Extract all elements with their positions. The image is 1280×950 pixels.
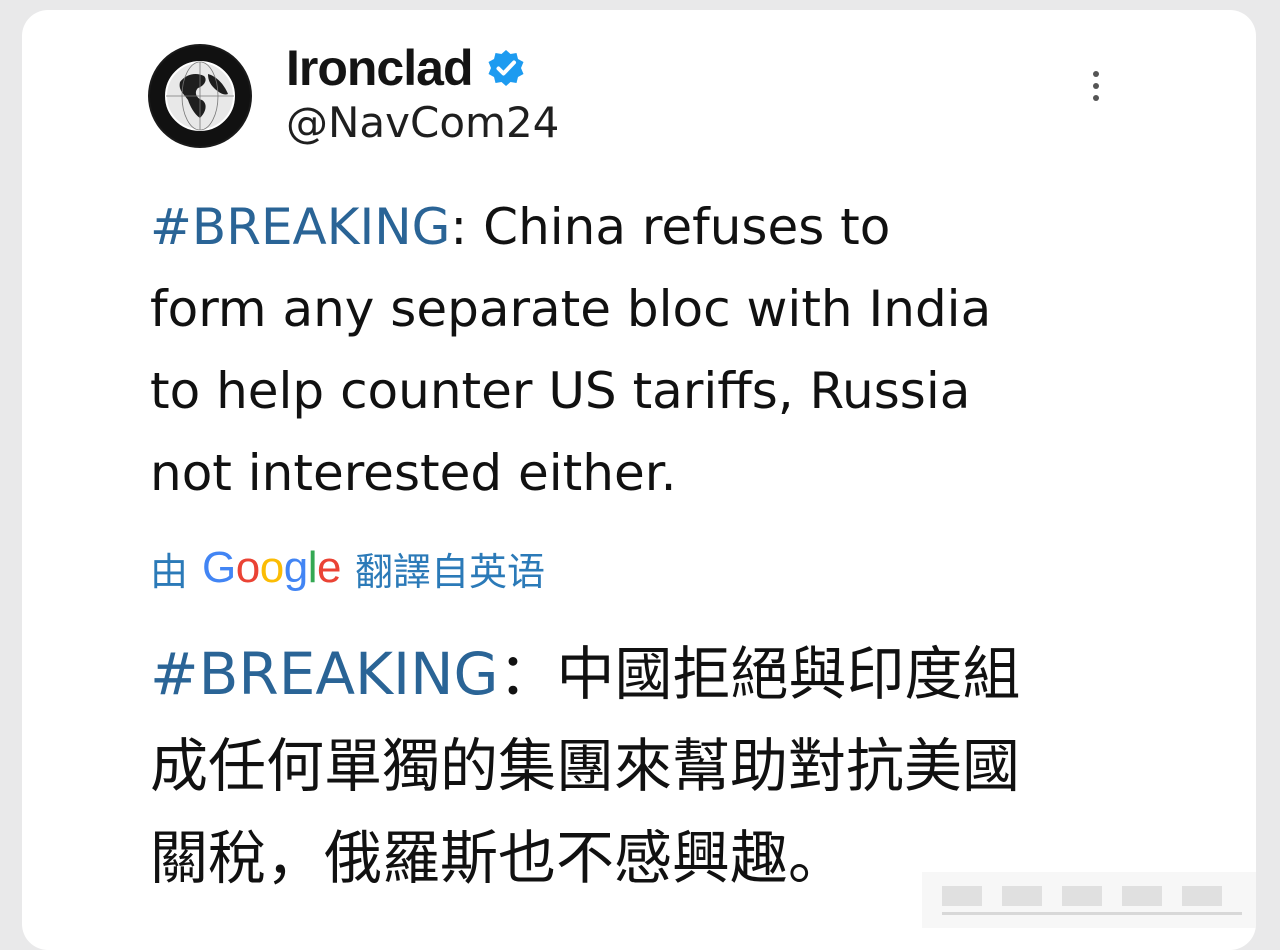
tweet-card: Ironclad @NavCom24 #BREAKING: China refu… — [22, 10, 1256, 950]
tweet-text-translated: #BREAKING：中國拒絕與印度組 成任何單獨的集團來幫助對抗美國 關稅，俄羅… — [150, 628, 1150, 904]
hashtag-link-translated[interactable]: #BREAKING — [150, 640, 498, 708]
verified-badge-icon — [488, 50, 524, 86]
tweet-line-2: form any separate bloc with India — [150, 280, 992, 338]
translated-suffix: 翻譯自英语 — [354, 549, 545, 594]
google-logo: Google — [202, 543, 341, 592]
translated-line-2: 成任何單獨的集團來幫助對抗美國 — [150, 732, 1021, 800]
display-name-row: Ironclad — [286, 38, 526, 98]
watermark — [922, 872, 1256, 928]
avatar[interactable] — [148, 44, 252, 148]
display-name[interactable]: Ironclad — [286, 39, 473, 97]
translated-prefix: 由 — [150, 549, 189, 594]
more-vertical-icon — [1093, 71, 1099, 101]
globe-icon — [150, 46, 250, 146]
translated-line-text: ：中國拒絕與印度組 — [498, 640, 1021, 708]
tweet-text-english: #BREAKING: China refuses to form any sep… — [150, 186, 1150, 514]
tweet-line-text: : China refuses to — [450, 198, 891, 256]
handle[interactable]: @NavCom24 — [286, 98, 559, 147]
hashtag-link[interactable]: #BREAKING — [150, 198, 450, 256]
tweet-line-3: to help counter US tariffs, Russia — [150, 362, 971, 420]
translated-line-1: #BREAKING：中國拒絕與印度組 — [150, 628, 1150, 720]
tweet-line-1: #BREAKING: China refuses to — [150, 186, 1150, 268]
watermark-graphic-icon — [922, 872, 1256, 928]
more-options-button[interactable] — [1076, 66, 1116, 106]
tweet-line-4: not interested either. — [150, 444, 677, 502]
translated-by-label[interactable]: 由 Google 翻譯自英语 — [150, 538, 545, 598]
